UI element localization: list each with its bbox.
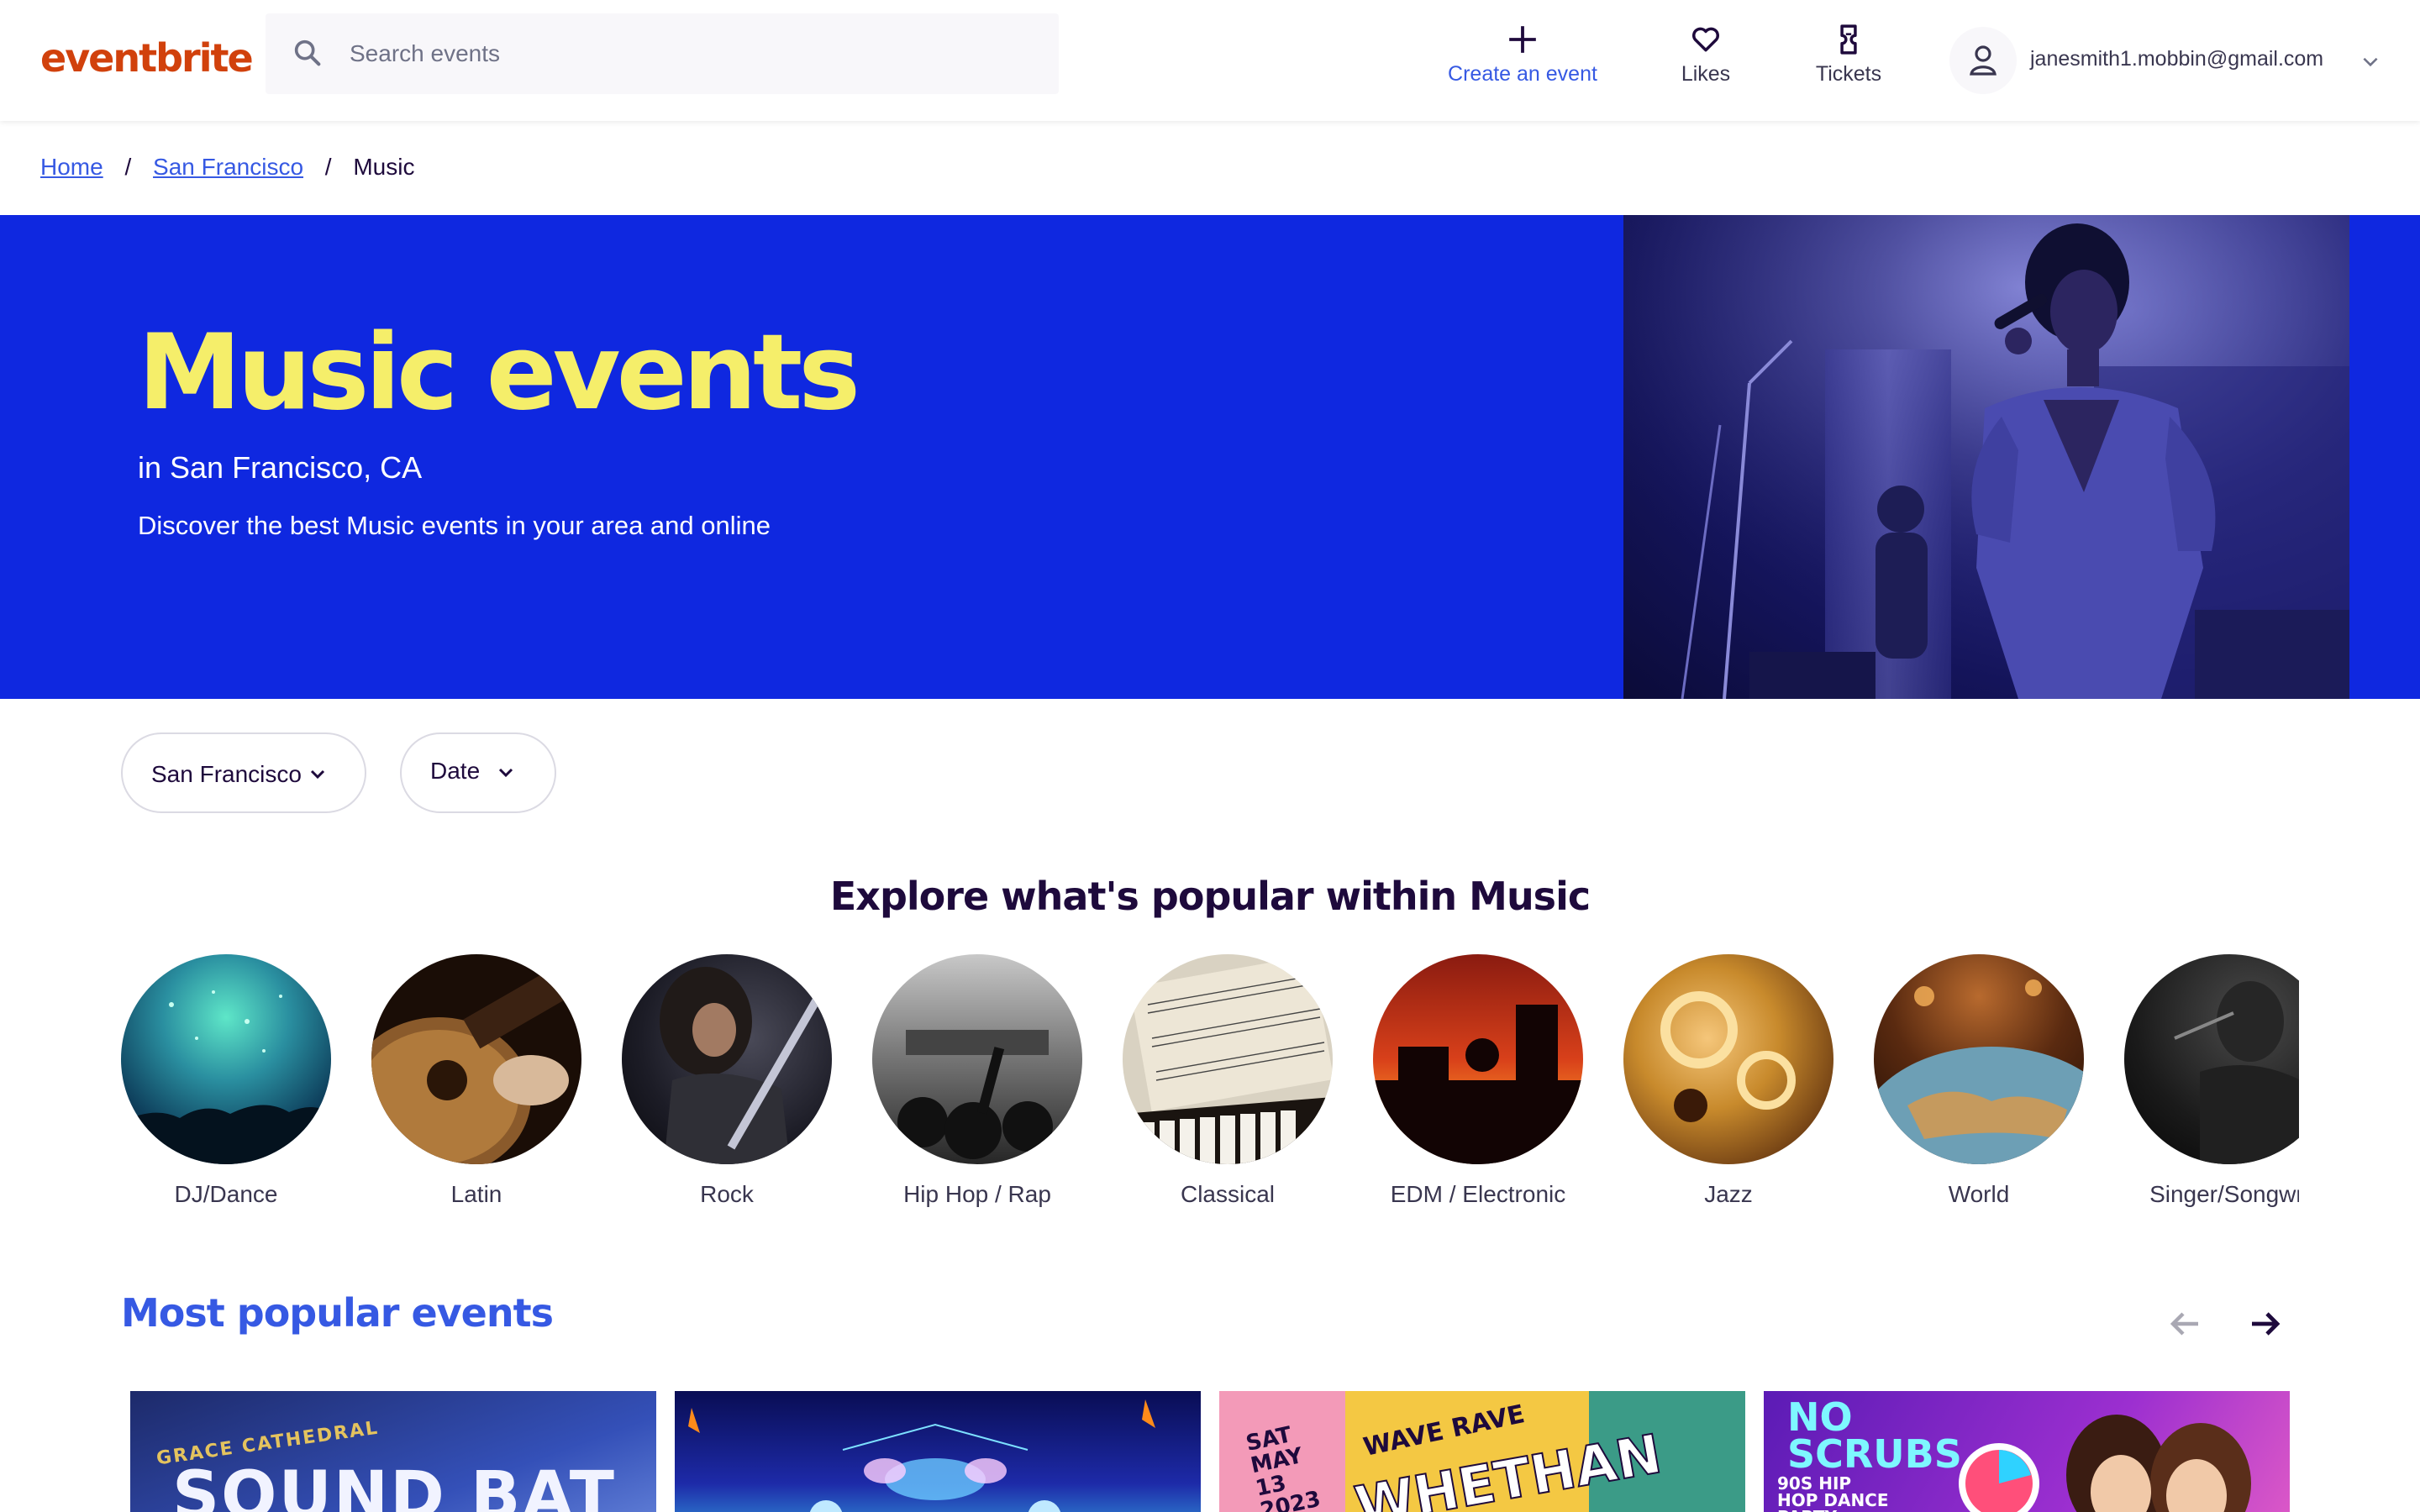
chevron-down-icon [2363, 57, 2378, 67]
heart-icon [1692, 27, 1719, 52]
category-singer-songwriter[interactable]: Singer/Songwri [2124, 954, 2299, 1216]
category-image [1123, 954, 1333, 1164]
category-image [1373, 954, 1583, 1164]
category-image [872, 954, 1082, 1164]
event-card-title: SOUND BAT [172, 1458, 616, 1512]
category-label: DJ/Dance [174, 1181, 278, 1207]
arrow-left-icon [2170, 1312, 2198, 1336]
category-image [371, 954, 581, 1164]
breadcrumb-home-link[interactable]: Home [40, 154, 103, 180]
category-label: EDM / Electronic [1390, 1181, 1566, 1207]
singer-illustration [1623, 215, 2349, 699]
location-filter-label: San Francisco [151, 761, 302, 787]
carousel-prev-button[interactable] [2165, 1304, 2205, 1344]
breadcrumb-separator: / [124, 154, 132, 180]
event-card[interactable]: GRACE CATHEDRAL SOUND BAT [130, 1391, 656, 1512]
account-menu[interactable]: janesmith1.mobbin@gmail.com [1949, 27, 2395, 94]
account-email: janesmith1.mobbin@gmail.com [2030, 47, 2324, 71]
category-image [622, 954, 832, 1164]
category-label: Classical [1180, 1181, 1276, 1207]
hero-image-singer [1623, 215, 2349, 699]
category-label: Singer/Songwri [2149, 1181, 2299, 1207]
avatar [1949, 27, 2017, 94]
search-icon [294, 39, 321, 66]
category-image [1623, 954, 1833, 1164]
breadcrumb-current: Music [353, 154, 415, 180]
location-filter[interactable]: San Francisco [121, 732, 366, 813]
search-bar[interactable] [266, 13, 1059, 94]
category-rock[interactable]: Rock [622, 954, 872, 1216]
category-jazz[interactable]: Jazz [1623, 954, 1874, 1216]
category-label: Rock [700, 1181, 754, 1207]
event-card[interactable]: NO SCRUBS 90S HIP HOP DANCE PARTY [1764, 1391, 2290, 1512]
top-header: eventbrite Create an event Likes Tickets [0, 0, 2420, 121]
explore-heading: Explore what's popular within Music [829, 874, 1591, 919]
date-filter-label: Date [430, 758, 481, 784]
plus-icon [1509, 26, 1536, 53]
category-classical[interactable]: Classical [1123, 954, 1373, 1216]
category-label: Latin [450, 1181, 502, 1207]
breadcrumb-separator: / [324, 154, 332, 180]
category-label: Hip Hop / Rap [903, 1181, 1051, 1207]
likes-label: Likes [1681, 62, 1731, 86]
tickets-button[interactable]: Tickets [1807, 24, 1891, 99]
create-event-button[interactable]: Create an event [1439, 24, 1607, 99]
category-label: World [1948, 1181, 2010, 1207]
category-image [2124, 954, 2299, 1164]
create-event-label: Create an event [1448, 62, 1597, 86]
tickets-label: Tickets [1815, 62, 1882, 86]
popular-events-heading: Most popular events [121, 1290, 554, 1336]
arrow-right-icon [2252, 1312, 2281, 1336]
hero-banner: Music events in San Francisco, CA Discov… [0, 215, 2420, 699]
event-card[interactable] [675, 1391, 1201, 1512]
search-input[interactable] [350, 13, 1039, 94]
page-title: Music events [138, 312, 860, 433]
carousel-next-button[interactable] [2245, 1304, 2286, 1344]
event-card-date: SAT MAY 13 2023 [1244, 1422, 1323, 1512]
chevron-down-icon [498, 768, 513, 778]
hero-location: in San Francisco, CA [138, 450, 423, 485]
category-edm-electronic[interactable]: EDM / Electronic [1373, 954, 1623, 1216]
category-image [1874, 954, 2084, 1164]
date-filter[interactable]: Date [400, 732, 556, 813]
likes-button[interactable]: Likes [1672, 24, 1739, 99]
hero-description: Discover the best Music events in your a… [138, 511, 771, 540]
event-card-image [1959, 1415, 2251, 1512]
breadcrumb-city-link[interactable]: San Francisco [153, 154, 303, 180]
category-latin[interactable]: Latin [371, 954, 622, 1216]
category-dj-dance[interactable]: DJ/Dance [121, 954, 371, 1216]
user-icon [1970, 45, 1996, 76]
category-carousel: DJ/Dance Latin Rock Hip Hop / Rap Classi… [121, 954, 2299, 1216]
popular-events-carousel: GRACE CATHEDRAL SOUND BAT SAT MAY 13 202… [130, 1391, 2298, 1512]
chevron-down-icon [310, 769, 325, 780]
ticket-icon [1840, 24, 1857, 55]
category-world[interactable]: World [1874, 954, 2124, 1216]
event-card-image [688, 1399, 1155, 1512]
category-image [121, 954, 331, 1164]
category-hip-hop-rap[interactable]: Hip Hop / Rap [872, 954, 1123, 1216]
category-label: Jazz [1704, 1181, 1753, 1207]
event-card[interactable]: SAT MAY 13 2023 WAVE RAVE WHETHAN [1219, 1391, 1745, 1512]
eventbrite-logo[interactable]: eventbrite [40, 35, 254, 81]
breadcrumb: Home / San Francisco / Music [40, 154, 414, 181]
